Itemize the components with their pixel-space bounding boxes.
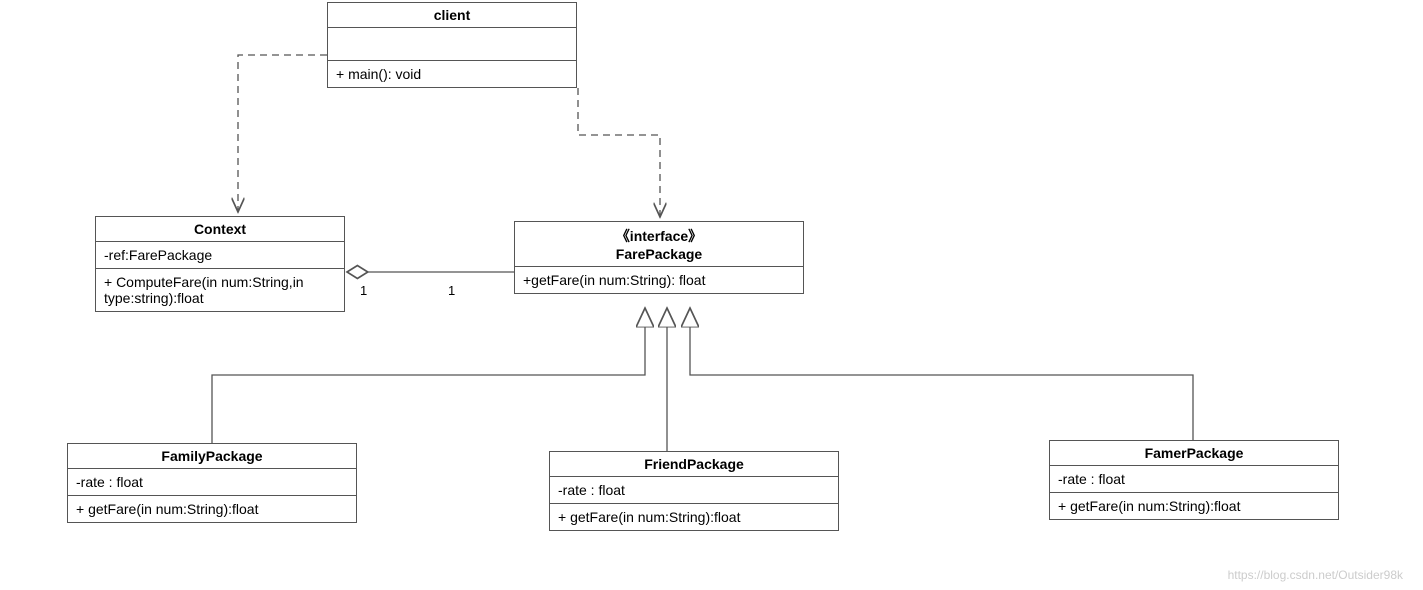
impl-family bbox=[212, 308, 645, 443]
interface-op: +getFare(in num:String): float bbox=[515, 267, 803, 293]
class-family-op: + getFare(in num:String):float bbox=[68, 496, 356, 522]
class-client-name: client bbox=[328, 3, 576, 28]
class-famer-name: FamerPackage bbox=[1050, 441, 1338, 466]
class-friend-name: FriendPackage bbox=[550, 452, 838, 477]
mult-left: 1 bbox=[360, 283, 367, 298]
class-famerpackage: FamerPackage -rate : float + getFare(in … bbox=[1049, 440, 1339, 520]
class-family-attr: -rate : float bbox=[68, 469, 356, 496]
interface-name: FarePackage bbox=[515, 246, 803, 267]
class-client: client + main(): void bbox=[327, 2, 577, 88]
class-family-name: FamilyPackage bbox=[68, 444, 356, 469]
interface-farepackage: 《interface》 FarePackage +getFare(in num:… bbox=[514, 221, 804, 294]
mult-right: 1 bbox=[448, 283, 455, 298]
class-friendpackage: FriendPackage -rate : float + getFare(in… bbox=[549, 451, 839, 531]
dep-client-farepackage bbox=[578, 88, 660, 217]
class-client-attrs bbox=[328, 28, 576, 61]
class-familypackage: FamilyPackage -rate : float + getFare(in… bbox=[67, 443, 357, 523]
class-friend-op: + getFare(in num:String):float bbox=[550, 504, 838, 530]
class-famer-attr: -rate : float bbox=[1050, 466, 1338, 493]
watermark: https://blog.csdn.net/Outsider98k bbox=[1228, 568, 1403, 582]
dep-client-context bbox=[238, 55, 327, 212]
class-famer-op: + getFare(in num:String):float bbox=[1050, 493, 1338, 519]
interface-stereo: 《interface》 bbox=[515, 222, 803, 246]
class-friend-attr: -rate : float bbox=[550, 477, 838, 504]
class-context-name: Context bbox=[96, 217, 344, 242]
class-context-attr: -ref:FarePackage bbox=[96, 242, 344, 269]
class-client-ops: + main(): void bbox=[328, 61, 576, 87]
class-context: Context -ref:FarePackage + ComputeFare(i… bbox=[95, 216, 345, 312]
impl-famer bbox=[690, 308, 1193, 440]
class-context-op: + ComputeFare(in num:String,in type:stri… bbox=[96, 269, 344, 311]
